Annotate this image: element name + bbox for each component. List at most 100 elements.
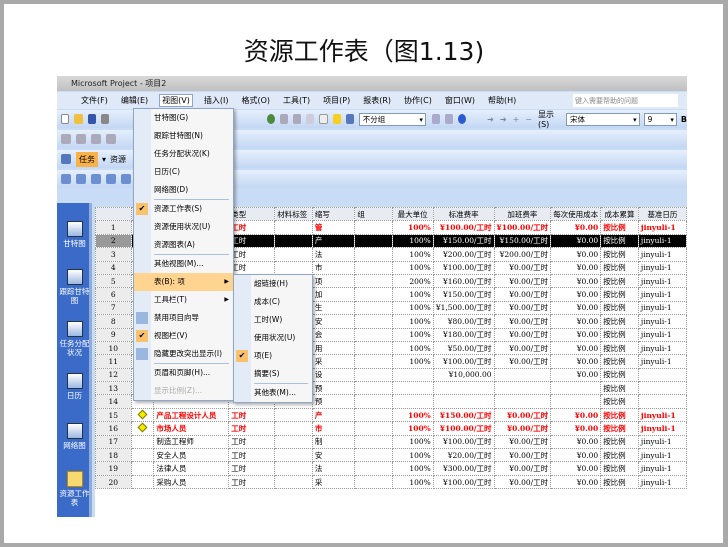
help-icon[interactable] bbox=[457, 114, 467, 124]
cell[interactable] bbox=[432, 381, 495, 396]
assign-resources-icon[interactable] bbox=[345, 114, 354, 124]
view-icon[interactable] bbox=[76, 174, 86, 184]
cell[interactable]: 100% bbox=[391, 287, 434, 302]
cell[interactable]: jinyuli-1 bbox=[637, 354, 687, 369]
row-number[interactable]: 14 bbox=[95, 394, 132, 409]
cell[interactable]: ¥0.00/工时 bbox=[493, 273, 552, 289]
viewbar-item-5[interactable]: 资源工作表 bbox=[57, 471, 92, 507]
column-header[interactable]: 组 bbox=[354, 206, 393, 222]
resources-button[interactable]: 资源 bbox=[110, 154, 126, 165]
cell[interactable]: ¥180.00/工时 bbox=[432, 327, 495, 342]
cell[interactable]: 100% bbox=[391, 474, 434, 490]
cell[interactable]: ¥100.00/工时 bbox=[432, 220, 495, 235]
view-icon[interactable] bbox=[91, 174, 101, 184]
cell[interactable] bbox=[274, 434, 313, 450]
cell[interactable]: jinyuli-1 bbox=[637, 260, 687, 275]
update-icon[interactable] bbox=[76, 134, 86, 144]
cell[interactable]: 产品工程设计人员 bbox=[153, 407, 230, 423]
row-number[interactable]: 9 bbox=[95, 327, 132, 342]
table-submenu-item-2[interactable]: 工时(W) bbox=[234, 311, 312, 329]
cell[interactable]: 100% bbox=[391, 434, 434, 450]
cell[interactable]: ¥0.00 bbox=[550, 367, 602, 383]
cell[interactable]: ¥200.00/工时 bbox=[493, 247, 552, 262]
cell[interactable]: 按比例 bbox=[600, 327, 639, 342]
cell[interactable]: ¥0.00 bbox=[550, 340, 602, 356]
open-icon[interactable] bbox=[74, 114, 83, 124]
column-header[interactable]: 标准费率 bbox=[432, 206, 495, 222]
cell[interactable]: jinyuli-1 bbox=[637, 287, 687, 302]
note-icon[interactable] bbox=[332, 114, 341, 124]
cell[interactable]: ¥0.00/工时 bbox=[493, 434, 552, 450]
cell[interactable]: jinyuli-1 bbox=[637, 421, 687, 436]
menu-7[interactable]: 报表(R) bbox=[361, 95, 393, 106]
cell[interactable]: ¥20.00/工时 bbox=[432, 448, 495, 463]
cell[interactable]: ¥150.00/工时 bbox=[432, 407, 495, 423]
cell[interactable]: ¥0.00 bbox=[550, 407, 602, 423]
column-header[interactable]: 基准日历 bbox=[637, 206, 687, 222]
indicator[interactable] bbox=[130, 407, 155, 423]
column-header[interactable]: 类型 bbox=[228, 206, 276, 222]
table-row[interactable]: 16 市场人员 工时 市 100% ¥100.00/工时 ¥0.00/工时 ¥0.00 按比例 j… bbox=[95, 421, 687, 436]
cell[interactable] bbox=[354, 394, 393, 409]
cell[interactable]: 法 bbox=[311, 247, 356, 262]
cell[interactable]: ¥0.00 bbox=[550, 461, 602, 476]
cell[interactable]: 100% bbox=[391, 314, 434, 329]
view-menu-item-7[interactable]: 资源图表(A) bbox=[134, 236, 233, 254]
viewbar-item-4[interactable]: 网络图 bbox=[57, 423, 92, 450]
view-menu-item-0[interactable]: 甘特图(G) bbox=[134, 109, 233, 127]
cell[interactable] bbox=[354, 421, 393, 436]
cell[interactable] bbox=[274, 461, 313, 476]
viewbar-item-1[interactable]: 跟踪甘特图 bbox=[57, 269, 92, 305]
column-header[interactable]: 材料标签 bbox=[274, 206, 313, 222]
cell[interactable]: ¥100.00/工时 bbox=[432, 434, 495, 450]
cell[interactable]: ¥0.00/工时 bbox=[493, 354, 552, 369]
cell[interactable]: 按比例 bbox=[600, 247, 639, 262]
cell[interactable] bbox=[354, 461, 393, 476]
group-select[interactable]: 不分组 bbox=[358, 112, 426, 126]
cell[interactable]: 工时 bbox=[228, 233, 276, 249]
cell[interactable]: 工时 bbox=[228, 260, 276, 275]
unlink-icon[interactable] bbox=[293, 114, 302, 124]
cell[interactable]: 100% bbox=[391, 220, 434, 235]
cell[interactable]: ¥0.00 bbox=[550, 287, 602, 302]
help-search-input[interactable]: 键入需要帮助的问题 bbox=[573, 94, 678, 107]
cell[interactable]: ¥100.00/工时 bbox=[493, 220, 552, 235]
view-icon[interactable] bbox=[106, 174, 116, 184]
column-header[interactable]: 加班费率 bbox=[493, 206, 552, 222]
cell[interactable]: 管 bbox=[311, 220, 356, 235]
cell[interactable]: 项 bbox=[311, 273, 356, 289]
cell[interactable]: 按比例 bbox=[600, 448, 639, 463]
cell[interactable] bbox=[391, 394, 434, 409]
cell[interactable]: 法 bbox=[311, 461, 356, 476]
cell[interactable]: ¥0.00 bbox=[550, 220, 602, 235]
cell[interactable]: ¥80.00/工时 bbox=[432, 314, 495, 329]
view-menu-item-4[interactable]: 网络图(D) bbox=[134, 181, 233, 199]
cell[interactable]: ¥0.00/工时 bbox=[493, 340, 552, 356]
globe-icon[interactable] bbox=[266, 114, 275, 124]
row-number[interactable]: 3 bbox=[95, 247, 132, 262]
cell[interactable]: 按比例 bbox=[600, 421, 639, 436]
cell[interactable]: ¥0.00 bbox=[550, 448, 602, 463]
cell[interactable] bbox=[354, 260, 393, 275]
viewbar-item-3[interactable]: 日历 bbox=[57, 373, 92, 400]
cell[interactable] bbox=[274, 247, 313, 262]
link-icon[interactable] bbox=[279, 114, 289, 124]
table-submenu-item-0[interactable]: 超链接(H) bbox=[234, 275, 312, 293]
viewbar-item-0[interactable]: 甘特图 bbox=[57, 221, 92, 248]
cell[interactable]: 产 bbox=[311, 233, 356, 249]
row-number[interactable]: 5 bbox=[95, 273, 132, 289]
cell[interactable]: 工时 bbox=[228, 474, 276, 490]
cell[interactable]: 工时 bbox=[228, 220, 276, 235]
row-number[interactable]: 11 bbox=[95, 354, 132, 369]
table-row[interactable]: 18 安全人员 工时 安 100% ¥20.00/工时 ¥0.00/工时 ¥0.00 按比例 ji… bbox=[95, 448, 687, 463]
row-number[interactable]: 15 bbox=[95, 407, 132, 423]
view-menu-item-1[interactable]: 跟踪甘特图(N) bbox=[134, 127, 233, 145]
cell[interactable] bbox=[354, 381, 393, 396]
cell[interactable]: 按比例 bbox=[600, 381, 639, 396]
column-header[interactable]: 缩写 bbox=[311, 206, 356, 222]
cell[interactable]: 安 bbox=[311, 314, 356, 329]
view-menu-item-12[interactable]: ✔ 视图栏(V) bbox=[134, 327, 233, 345]
reschedule-icon[interactable] bbox=[91, 134, 101, 144]
cell[interactable]: 按比例 bbox=[600, 300, 639, 316]
cell[interactable]: ¥100.00/工时 bbox=[432, 260, 495, 275]
